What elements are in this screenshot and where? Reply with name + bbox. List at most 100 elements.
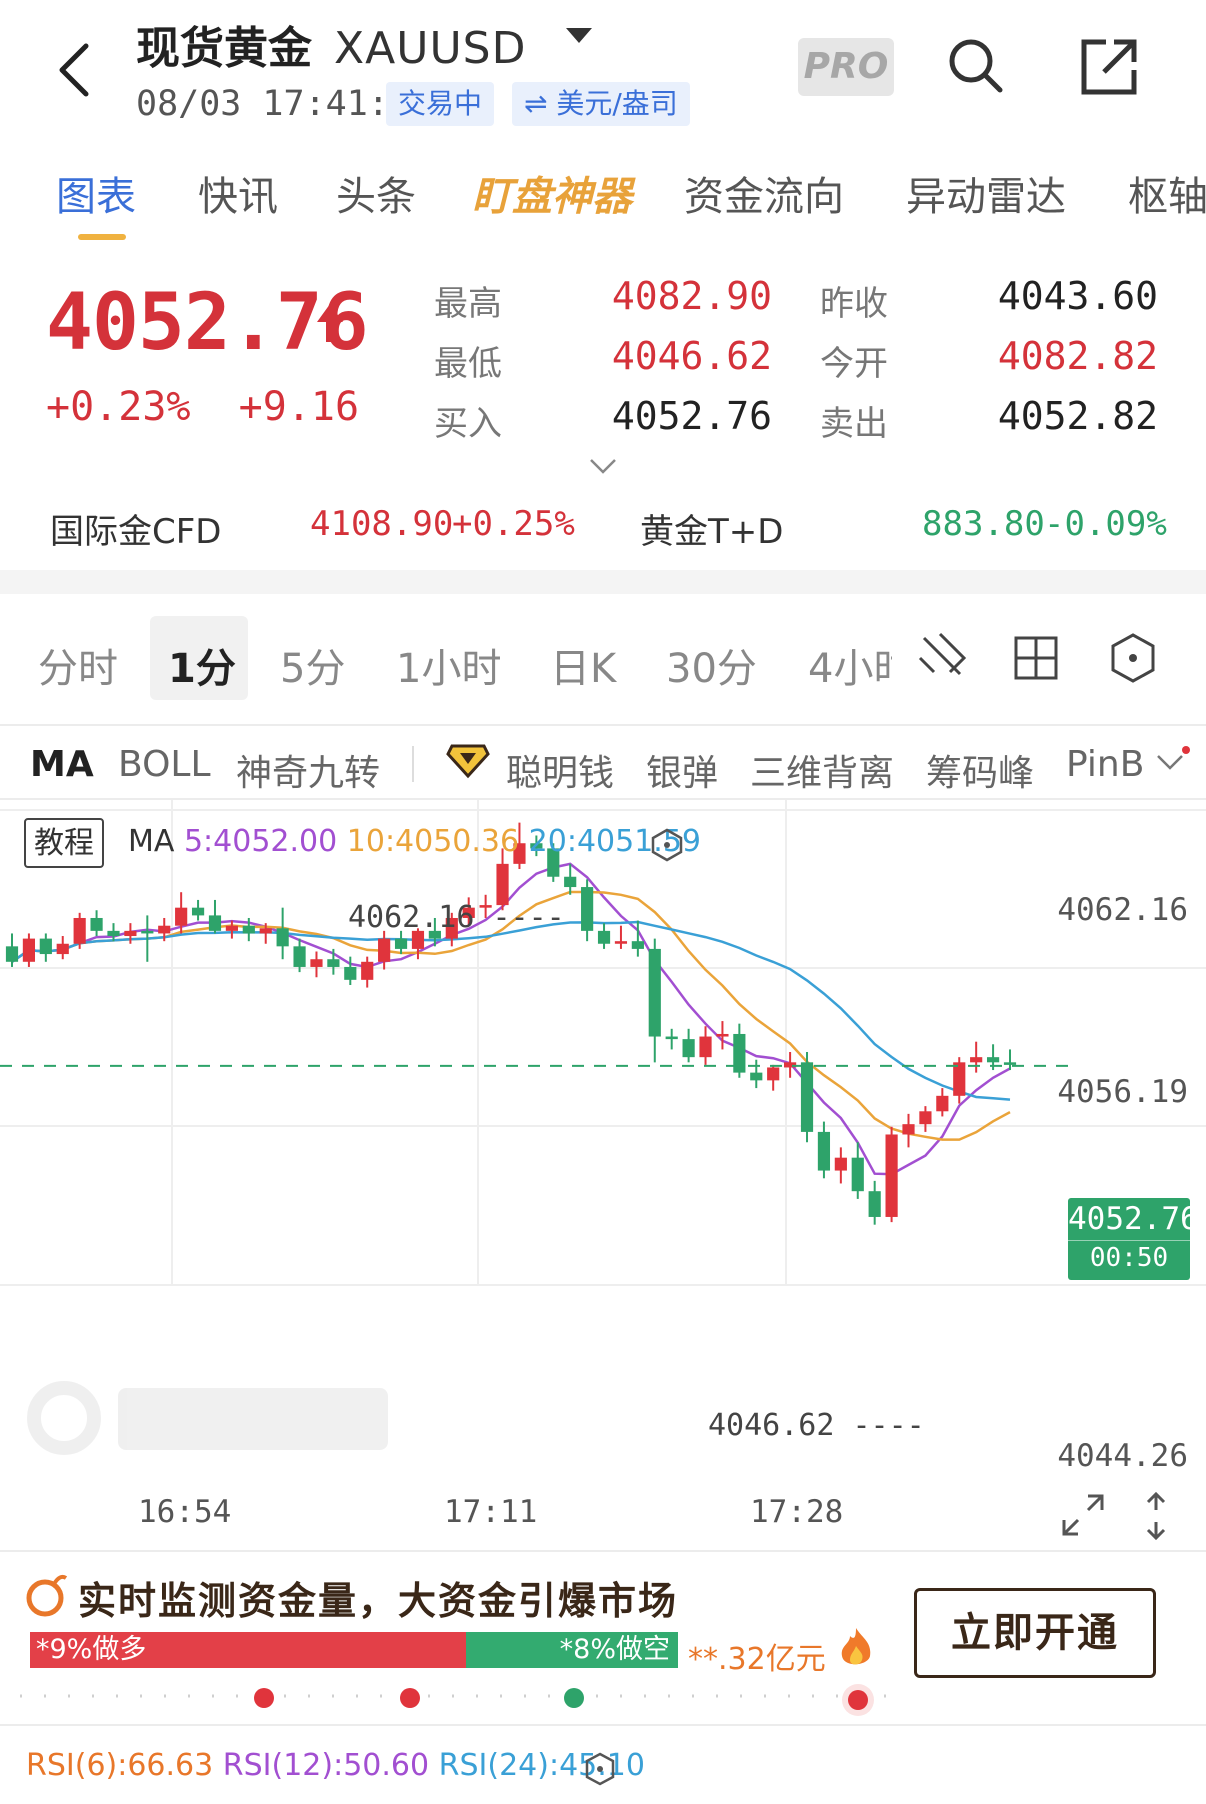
candle-body [22, 938, 36, 962]
candle-body [648, 948, 661, 1037]
prev-close-label: 昨收 [820, 284, 888, 324]
indicator-td9[interactable]: 神奇九转 [236, 744, 380, 796]
tutorial-button[interactable]: 教程 [24, 818, 104, 868]
period-5min[interactable]: 5分 [280, 636, 345, 694]
rsi-settings-icon[interactable] [584, 1752, 616, 1786]
period-1hour[interactable]: 1小时 [396, 636, 501, 694]
search-icon[interactable] [946, 36, 1006, 96]
indicator-boll[interactable]: BOLL [118, 744, 211, 785]
ma20-line [11, 920, 1011, 1101]
candle-body [259, 928, 272, 934]
cfd-label[interactable]: 国际金CFD [50, 504, 221, 553]
ask-value: 4052.82 [997, 394, 1158, 438]
pro-button[interactable]: PRO [798, 38, 894, 96]
instrument-code: XAUUSD [334, 23, 527, 74]
indicator-divergence[interactable]: 三维背离 [750, 744, 894, 796]
period-30min[interactable]: 30分 [666, 636, 757, 694]
candle-body [800, 1062, 814, 1132]
candle-body [699, 1036, 712, 1058]
rsi-legend: RSI(6):66.63 RSI(12):50.60 RSI(24):45.10 [26, 1748, 645, 1783]
ma5-value: 5:4052.00 [183, 824, 338, 859]
indicator-smart-money[interactable]: 聪明钱 [506, 744, 614, 796]
indicator-silver-bullet[interactable]: 银弹 [646, 744, 718, 796]
candle-body [682, 1039, 695, 1058]
indicator-separator [412, 746, 414, 782]
candle-body [225, 925, 238, 931]
indicator-chip-peak[interactable]: 筹码峰 [926, 744, 1034, 796]
cfd-price: 4108.90 [310, 504, 454, 544]
trading-status-badge: 交易中 [386, 82, 495, 126]
period-4hour[interactable]: 4小时 [808, 636, 892, 694]
candle-body [90, 917, 103, 931]
tab-chart[interactable]: 图表 [56, 164, 136, 222]
settings-hexagon-icon[interactable] [1108, 632, 1158, 684]
y-tick-label: 4044.26 [1057, 1438, 1188, 1474]
open-now-button[interactable]: 立即开通 [914, 1588, 1156, 1678]
candle-body [191, 907, 205, 916]
rsi12-value: RSI(12):50.60 [222, 1748, 430, 1783]
tab-anomaly-radar[interactable]: 异动雷达 [906, 164, 1066, 222]
watermark-logo [27, 1381, 388, 1455]
open-label: 今开 [820, 344, 888, 384]
chevron-down-icon[interactable] [1152, 744, 1192, 780]
back-icon[interactable] [50, 40, 100, 100]
candle-body [293, 946, 306, 967]
currency-unit-badge[interactable]: ⇌ 美元/盎司 [512, 82, 690, 126]
fullscreen-icon[interactable] [1060, 1492, 1106, 1538]
low-value: 4046.62 [611, 334, 772, 378]
candle-body [378, 938, 391, 962]
change-amount: +9.16 [238, 384, 360, 430]
x-tick-label: 17:11 [444, 1494, 538, 1530]
ask-label: 卖出 [820, 404, 888, 444]
layout-grid-icon[interactable] [1012, 634, 1060, 682]
candle-body [39, 938, 52, 955]
short-ratio-bar: *8%做空 [466, 1632, 678, 1668]
instrument-title[interactable]: 现货黄金 XAUUSD [136, 12, 526, 76]
candle-body [208, 915, 222, 931]
expand-chevron-icon[interactable] [588, 456, 618, 476]
candle-body [817, 1131, 831, 1171]
tab-active-indicator [78, 234, 126, 240]
candlestick-chart[interactable] [0, 800, 1206, 1480]
promo-title: 实时监测资金量，大资金引爆市场 [78, 1579, 679, 1623]
draw-line-icon[interactable] [914, 628, 970, 684]
tab-headlines[interactable]: 头条 [336, 164, 416, 222]
td-price: 883.80 [922, 504, 1045, 544]
candle-body [750, 1072, 763, 1081]
candle-body [394, 938, 408, 949]
high-label: 最高 [434, 284, 502, 324]
open-value: 4082.82 [997, 334, 1158, 378]
candle-body [767, 1067, 780, 1081]
tab-fund-flow[interactable]: 资金流向 [684, 164, 844, 222]
candle-body [581, 887, 594, 931]
ma-settings-icon[interactable] [650, 828, 684, 862]
vertical-scale-icon[interactable] [1142, 1490, 1170, 1542]
share-icon[interactable] [1080, 36, 1140, 96]
candle-body [124, 930, 137, 937]
tab-watch-tool[interactable]: 盯盘神器 [472, 164, 632, 222]
dropdown-caret-icon[interactable] [566, 28, 592, 43]
tab-flash-news[interactable]: 快讯 [198, 164, 278, 222]
td-label[interactable]: 黄金T+D [640, 504, 783, 553]
indicator-ma[interactable]: MA [30, 744, 94, 785]
ma-legend: MA 5:4052.00 10:4050.36 20:4051.59 [128, 824, 701, 859]
candle-body [242, 925, 255, 934]
x-tick-label: 16:54 [138, 1494, 232, 1530]
divider-line [0, 1724, 1206, 1726]
candle-body [276, 928, 289, 947]
candle-body [564, 876, 577, 888]
bid-label: 买入 [434, 404, 502, 444]
period-daily[interactable]: 日K [550, 636, 616, 694]
period-timeshare[interactable]: 分时 [38, 636, 118, 694]
price-change: +0.23% +9.16 [46, 384, 359, 430]
high-marker-label: 4062.16 ---- [348, 900, 565, 935]
period-1min[interactable]: 1分 [168, 636, 236, 694]
candle-body [175, 907, 188, 926]
ma-legend-label: MA [128, 824, 175, 859]
tab-pivot[interactable]: 枢轴 [1128, 164, 1206, 222]
candle-body [902, 1124, 915, 1135]
candle-body [344, 966, 357, 980]
candle-body [5, 946, 19, 962]
indicator-pinbar[interactable]: PinB [1066, 744, 1142, 785]
candle-body [327, 959, 340, 967]
